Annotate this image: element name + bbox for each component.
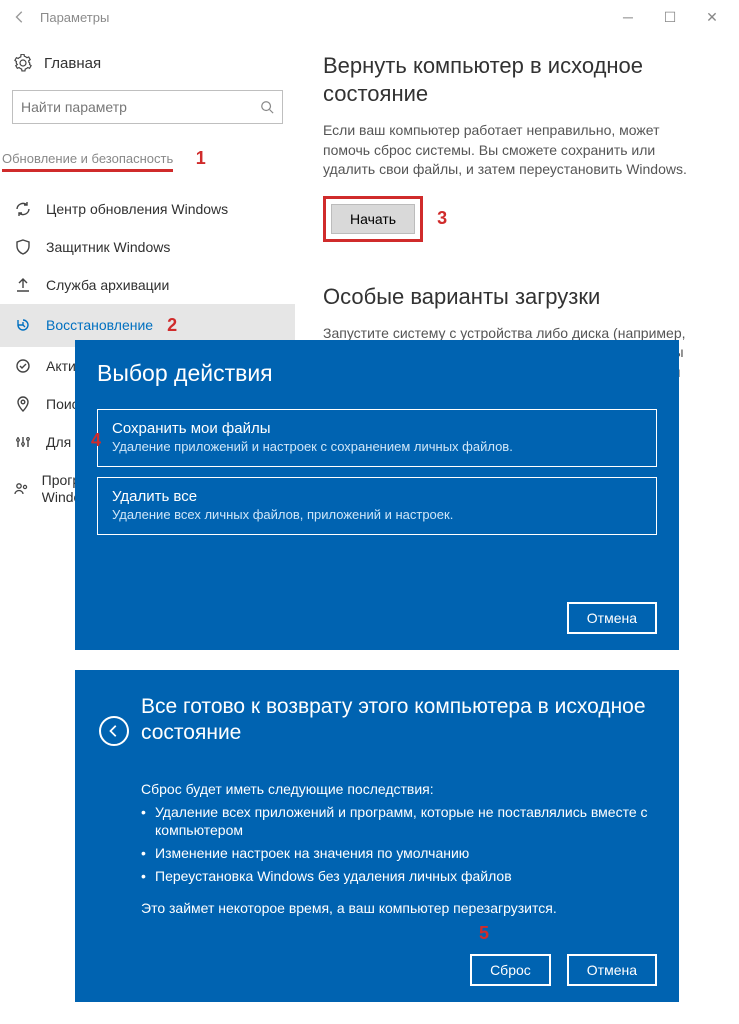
history-icon (12, 317, 34, 333)
option-title: Сохранить мои файлы (112, 420, 642, 437)
list-item: Переустановка Windows без удаления личны… (141, 867, 655, 886)
location-icon (12, 396, 34, 412)
ready-note: Это займет некоторое время, а ваш компью… (141, 900, 655, 916)
sync-icon (12, 201, 34, 217)
ready-lead: Сброс будет иметь следующие последствия: (141, 781, 655, 797)
search-input[interactable] (21, 99, 260, 115)
annotation-1: 1 (196, 148, 206, 169)
close-icon[interactable]: ✕ (691, 9, 733, 26)
back-circle-icon[interactable] (99, 716, 129, 746)
cancel-button[interactable]: Отмена (567, 954, 657, 986)
annotation-5: 5 (479, 923, 489, 944)
gear-icon (12, 54, 34, 72)
section-label: Обновление и безопасность (2, 151, 173, 172)
search-input-wrap[interactable] (12, 90, 283, 124)
home-link[interactable]: Главная (0, 48, 295, 90)
sidebar-item-label: Центр обновления Windows (46, 201, 228, 217)
option-keep-files[interactable]: Сохранить мои файлы Удаление приложений … (97, 409, 657, 467)
option-title: Удалить все (112, 488, 642, 505)
dialog-title: Все готово к возврату этого компьютера в… (141, 694, 655, 747)
sidebar-item-label: Восстановление (46, 317, 153, 333)
window-title: Параметры (40, 10, 109, 25)
dialog-title: Выбор действия (97, 360, 657, 387)
option-remove-all[interactable]: Удалить все Удаление всех личных файлов,… (97, 477, 657, 535)
option-description: Удаление приложений и настроек с сохране… (112, 439, 642, 454)
check-circle-icon (12, 358, 34, 374)
upload-icon (12, 277, 34, 293)
sidebar-item-defender[interactable]: Защитник Windows (0, 228, 295, 266)
annotation-4: 4 (91, 430, 101, 451)
home-label: Главная (44, 55, 101, 72)
shield-icon (12, 239, 34, 255)
advanced-startup-heading: Особые варианты загрузки (323, 284, 707, 310)
sidebar-item-label: Служба архивации (46, 277, 169, 293)
annotation-3: 3 (437, 208, 447, 229)
list-item: Удаление всех приложений и программ, кот… (141, 803, 655, 841)
annotation-2: 2 (167, 315, 177, 336)
back-icon[interactable] (6, 10, 34, 24)
title-bar: Параметры ─ ☐ ✕ (0, 0, 739, 34)
sidebar-item-label: Защитник Windows (46, 239, 170, 255)
start-reset-button[interactable]: Начать (331, 204, 415, 234)
cancel-button[interactable]: Отмена (567, 602, 657, 634)
sliders-icon (12, 434, 34, 450)
reset-description: Если ваш компьютер работает неправильно,… (323, 121, 707, 180)
maximize-icon[interactable]: ☐ (649, 9, 691, 26)
window-controls: ─ ☐ ✕ (607, 9, 733, 26)
list-item: Изменение настроек на значения по умолча… (141, 844, 655, 863)
reset-button[interactable]: Сброс (470, 954, 551, 986)
option-description: Удаление всех личных файлов, приложений … (112, 507, 642, 522)
reset-heading: Вернуть компьютер в исходное состояние (323, 52, 707, 107)
sidebar-item-update[interactable]: Центр обновления Windows (0, 190, 295, 228)
consequences-list: Удаление всех приложений и программ, кот… (141, 803, 655, 887)
minimize-icon[interactable]: ─ (607, 9, 649, 26)
annotation-box-3: Начать (323, 196, 423, 242)
sidebar-item-backup[interactable]: Служба архивации (0, 266, 295, 304)
section-header: Обновление и безопасность 1 (0, 148, 295, 172)
reset-choice-dialog: 4 Выбор действия Сохранить мои файлы Уда… (75, 340, 679, 650)
people-icon (12, 481, 30, 497)
reset-ready-dialog: Все готово к возврату этого компьютера в… (75, 670, 679, 1002)
search-icon (260, 100, 274, 114)
